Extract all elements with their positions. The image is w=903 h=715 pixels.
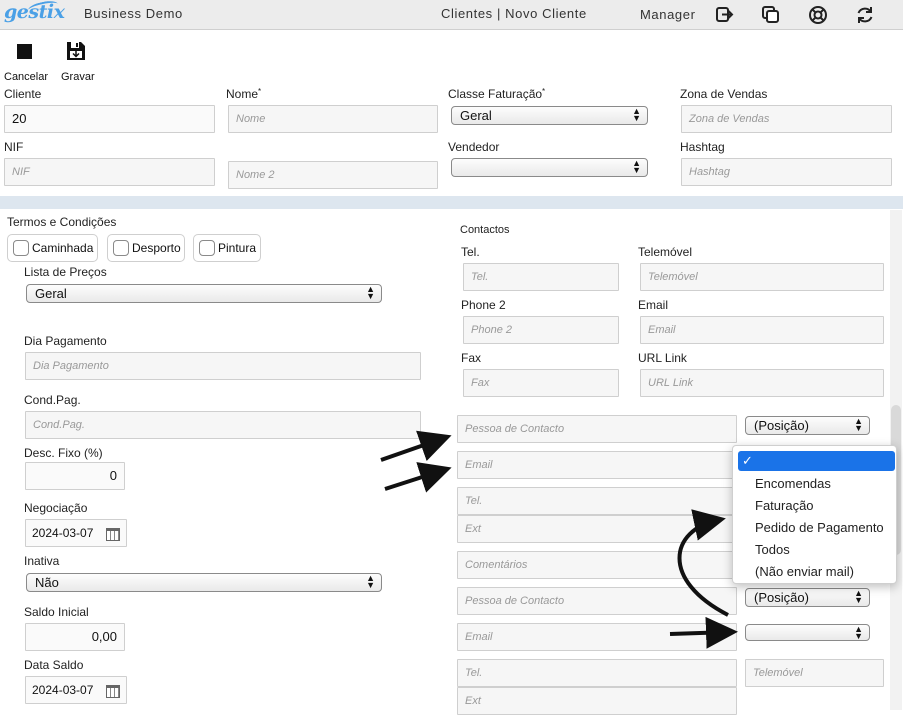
arrow-to-dropdown [677,509,729,617]
arrow-to-email-select [669,616,738,649]
arrow-to-email [384,462,452,493]
arrow-to-pessoa [380,430,452,462]
annotation-arrows [380,430,738,649]
